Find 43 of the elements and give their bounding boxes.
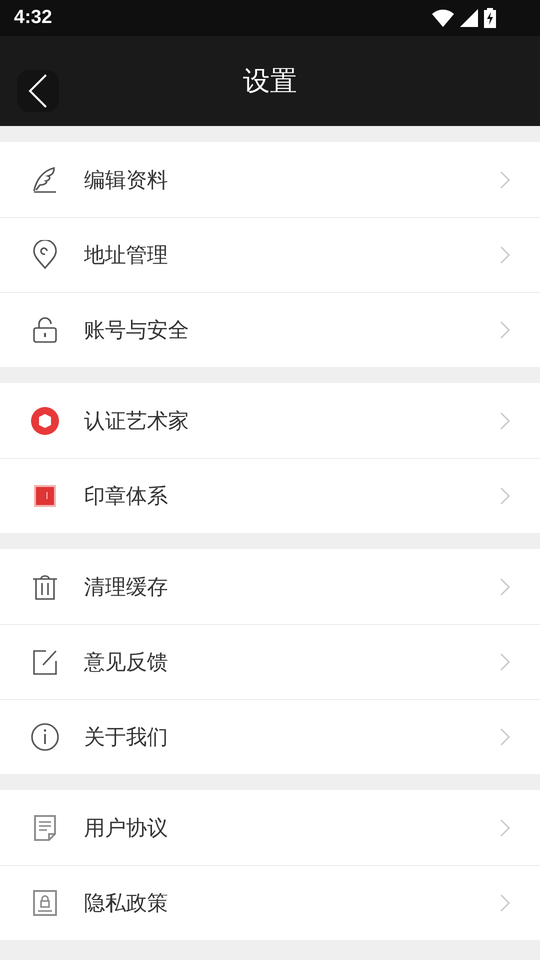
chevron-icon <box>500 894 510 912</box>
settings-row[interactable]: 地址管理 <box>0 217 540 292</box>
settings-row[interactable]: 印章体系 <box>0 458 540 533</box>
settings-row[interactable]: 用户协议 <box>0 790 540 865</box>
battery-icon <box>484 8 496 28</box>
row-label: 用户协议 <box>84 814 168 842</box>
back-button[interactable] <box>17 70 59 112</box>
row-label: 意见反馈 <box>84 649 168 676</box>
edit-icon <box>30 647 60 677</box>
settings-row[interactable]: 意见反馈 <box>0 624 540 699</box>
chevron-icon <box>500 818 510 836</box>
settings-row[interactable]: 关于我们 <box>0 699 540 774</box>
chevron-icon <box>500 578 510 596</box>
badge-icon <box>30 406 60 436</box>
settings-row[interactable]: 账号与安全 <box>0 292 540 367</box>
settings-row[interactable]: 隐私政策 <box>0 865 540 940</box>
chevron-icon <box>500 412 510 430</box>
chevron-icon <box>500 321 510 339</box>
signal-icon <box>460 9 478 27</box>
locked-document-icon <box>30 888 60 918</box>
back-icon <box>28 74 48 108</box>
chevron-icon <box>500 487 510 505</box>
chevron-icon <box>500 728 510 746</box>
location-pin-icon <box>30 240 60 270</box>
row-label: 清理缓存 <box>84 574 168 600</box>
row-label: 账号与安全 <box>84 317 189 344</box>
row-label: 印章体系 <box>84 483 168 510</box>
chevron-icon <box>500 246 510 264</box>
page-title: 设置 <box>243 65 297 99</box>
chevron-icon <box>500 653 510 671</box>
padlock-icon <box>30 315 60 345</box>
wifi-icon <box>432 9 454 27</box>
info-icon <box>30 722 60 752</box>
status-time: 4:32 <box>14 7 52 29</box>
row-label: 关于我们 <box>84 724 168 751</box>
row-label: 编辑资料 <box>84 166 168 194</box>
settings-row[interactable]: 认证艺术家 <box>0 383 540 458</box>
settings-row[interactable]: 清理缓存 <box>0 549 540 624</box>
row-label: 认证艺术家 <box>84 408 189 434</box>
row-label: 隐私政策 <box>84 890 168 917</box>
settings-row[interactable]: 编辑资料 <box>0 142 540 217</box>
row-label: 地址管理 <box>84 242 168 269</box>
chevron-icon <box>500 170 510 188</box>
